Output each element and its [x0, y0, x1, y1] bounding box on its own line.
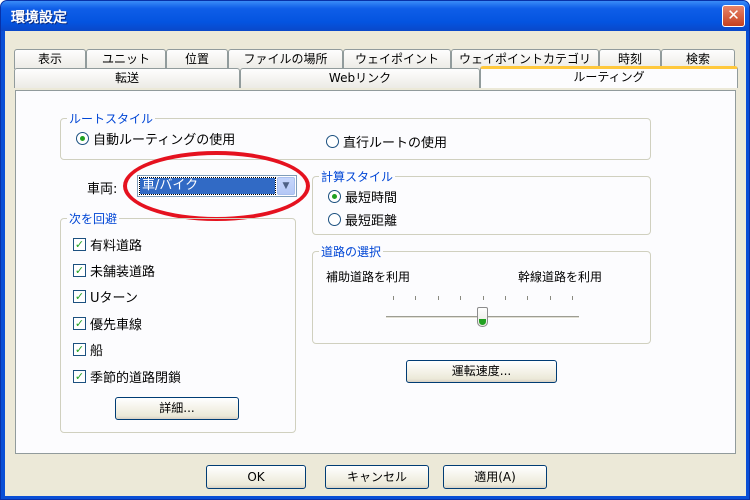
avoid-u-turns-checkbox[interactable]: ✓ Uターン: [73, 287, 138, 306]
cancel-button[interactable]: キャンセル: [325, 465, 429, 489]
unpaved-roads-label: 未舗装道路: [90, 264, 156, 280]
slider-tick: [415, 296, 417, 300]
calc-style-legend: 計算スタイル: [319, 168, 396, 185]
apply-button[interactable]: 適用(A): [443, 465, 547, 489]
close-button[interactable]: ✕: [722, 5, 745, 27]
major-roads-label: 幹線道路を利用: [518, 270, 603, 284]
checkmark-icon: ✓: [73, 289, 86, 303]
radio-selected-icon: [76, 131, 89, 145]
checkmark-icon: ✓: [73, 316, 86, 330]
avoid-group: 次を回避 ✓ 有料道路 ✓ 未舗装道路 ✓ Uターン ✓ 優先車線 ✓ 船 ✓ …: [60, 210, 296, 433]
fastest-time-radio[interactable]: 最短時間: [328, 187, 398, 206]
vehicle-label: 車両:: [87, 182, 118, 197]
checkmark-icon: ✓: [73, 342, 86, 356]
slider-tick: [482, 296, 484, 300]
tab-waypoints[interactable]: ウェイポイント: [343, 49, 451, 69]
slider-tick: [549, 296, 551, 300]
carpool-lanes-label: 優先車線: [90, 317, 143, 333]
ok-button[interactable]: OK: [206, 465, 306, 489]
slider-thumb[interactable]: [476, 307, 488, 327]
slider-tick: [572, 296, 573, 300]
tab-units[interactable]: ユニット: [86, 49, 166, 69]
road-selection-legend: 道路の選択: [319, 243, 384, 260]
avoid-seasonal-closures-checkbox[interactable]: ✓ 季節的道路閉鎖: [73, 367, 182, 386]
window-title: 環境設定: [11, 10, 67, 26]
road-selection-group: 道路の選択 補助道路を利用 幹線道路を利用: [312, 243, 651, 344]
slider-tick: [437, 296, 439, 300]
avoid-ferries-checkbox[interactable]: ✓ 船: [73, 340, 104, 359]
title-bar[interactable]: 環境設定 ✕: [1, 1, 749, 31]
route-style-group: ルートスタイル 自動ルーティングの使用 直行ルートの使用: [60, 110, 651, 160]
fastest-time-label: 最短時間: [345, 190, 398, 206]
checkmark-icon: ✓: [73, 263, 86, 277]
avoid-legend: 次を回避: [67, 210, 120, 227]
tab-display[interactable]: 表示: [14, 49, 86, 69]
tab-transfer[interactable]: 転送: [14, 68, 240, 88]
driving-speeds-button[interactable]: 運転速度...: [406, 360, 557, 383]
u-turns-label: Uターン: [90, 290, 138, 306]
chevron-down-icon[interactable]: ▼: [277, 177, 295, 195]
vehicle-select[interactable]: 車/バイク ▼: [137, 175, 297, 197]
avoid-unpaved-roads-checkbox[interactable]: ✓ 未舗装道路: [73, 261, 156, 280]
tab-file-locations[interactable]: ファイルの場所: [228, 49, 343, 69]
checkmark-icon: ✓: [73, 237, 86, 251]
ferries-label: 船: [90, 343, 104, 359]
routing-panel: ルートスタイル 自動ルーティングの使用 直行ルートの使用 車両: 車/バイク ▼: [15, 90, 736, 454]
vehicle-select-value: 車/バイク: [139, 177, 276, 195]
avoid-carpool-lanes-checkbox[interactable]: ✓ 優先車線: [73, 314, 143, 333]
slider-tick: [527, 296, 529, 300]
radio-unselected-icon: [326, 134, 339, 148]
slider-tick: [393, 296, 394, 300]
auto-routing-radio[interactable]: 自動ルーティングの使用: [76, 129, 236, 148]
route-style-legend: ルートスタイル: [67, 110, 156, 127]
secondary-roads-label: 補助道路を利用: [326, 270, 411, 284]
slider-tick: [460, 296, 462, 300]
shortest-distance-radio[interactable]: 最短距離: [328, 210, 398, 229]
details-button[interactable]: 詳細...: [115, 397, 239, 420]
preferences-window: 環境設定 ✕ 表示 ユニット 位置 ファイルの場所 ウェイポイント ウェイポイン…: [0, 0, 750, 500]
auto-routing-label: 自動ルーティングの使用: [93, 132, 236, 148]
tab-routing[interactable]: ルーティング: [480, 66, 738, 88]
toll-roads-label: 有料道路: [90, 238, 143, 254]
direct-route-radio[interactable]: 直行ルートの使用: [326, 132, 448, 151]
avoid-toll-roads-checkbox[interactable]: ✓ 有料道路: [73, 235, 143, 254]
direct-route-label: 直行ルートの使用: [343, 135, 448, 151]
shortest-distance-label: 最短距離: [345, 213, 398, 229]
slider-tick: [504, 296, 506, 300]
calc-style-group: 計算スタイル 最短時間 最短距離: [312, 168, 651, 235]
radio-unselected-icon: [328, 212, 341, 226]
seasonal-closures-label: 季節的道路閉鎖: [90, 370, 182, 386]
radio-selected-icon: [328, 189, 341, 203]
checkmark-icon: ✓: [73, 369, 86, 383]
dialog-client-area: 表示 ユニット 位置 ファイルの場所 ウェイポイント ウェイポイントカテゴリ 時…: [5, 31, 746, 496]
tab-position[interactable]: 位置: [166, 49, 228, 69]
tab-web-links[interactable]: Webリンク: [240, 68, 480, 88]
